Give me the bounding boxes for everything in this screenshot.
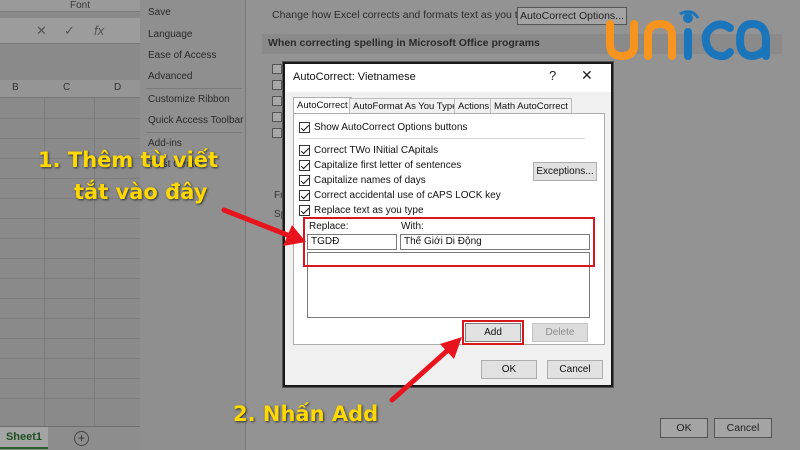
checkbox[interactable] <box>299 159 310 171</box>
highlight-box-add-button <box>462 320 524 345</box>
annotation-step1-line1: 1. Thêm từ viết <box>38 148 219 172</box>
exceptions-button[interactable]: Exceptions... <box>533 162 597 181</box>
option-label: Replace text as you type <box>314 204 424 216</box>
column-header-b[interactable]: B <box>12 82 19 93</box>
nav-item-advanced[interactable]: Advanced <box>148 71 192 82</box>
cancel-button[interactable]: Cancel <box>547 360 603 379</box>
highlight-box-replace-fields <box>303 217 595 267</box>
gridline <box>0 238 140 239</box>
checkbox[interactable] <box>299 204 310 216</box>
gridline <box>0 318 140 319</box>
nav-item-customize-ribbon[interactable]: Customize Ribbon <box>148 94 230 105</box>
gridline <box>0 338 140 339</box>
option-capitalize-sentences[interactable]: Capitalize first letter of sentences <box>299 158 461 172</box>
options-ok-button[interactable]: OK <box>660 418 708 438</box>
sheet-tab-bar: Sheet1 + <box>0 426 140 450</box>
options-nav: Save Language Ease of Access Advanced Cu… <box>140 0 246 450</box>
insert-function-icon[interactable]: fx <box>94 23 104 38</box>
tab-autoformat-as-you-type[interactable]: AutoFormat As You Type <box>349 98 462 114</box>
enter-formula-icon[interactable]: ✓ <box>64 23 75 39</box>
checkbox[interactable] <box>299 174 310 186</box>
background-checkbox[interactable] <box>272 80 282 90</box>
close-icon[interactable]: ✕ <box>581 67 593 84</box>
option-label: Capitalize first letter of sentences <box>314 159 462 171</box>
option-label: Show AutoCorrect Options buttons <box>314 121 468 133</box>
dialog-title: AutoCorrect: Vietnamese <box>293 71 416 83</box>
checkbox[interactable] <box>299 189 310 201</box>
nav-item-save[interactable]: Save <box>148 7 171 18</box>
background-checkbox[interactable] <box>272 96 282 106</box>
delete-button: Delete <box>532 323 588 342</box>
gridline <box>0 398 140 399</box>
nav-divider <box>146 132 242 133</box>
background-checkbox[interactable] <box>272 64 282 74</box>
gridline <box>0 358 140 359</box>
option-label: Correct accidental use of cAPS LOCK key <box>314 189 501 201</box>
autocorrect-dialog: AutoCorrect: Vietnamese ? ✕ AutoCorrect … <box>283 62 613 387</box>
tab-autocorrect[interactable]: AutoCorrect <box>293 97 352 114</box>
gridline <box>0 218 140 219</box>
dialog-titlebar[interactable]: AutoCorrect: Vietnamese ? ✕ <box>285 64 611 92</box>
tab-actions[interactable]: Actions <box>454 98 494 114</box>
nav-item-language[interactable]: Language <box>148 29 193 40</box>
column-header-c[interactable]: C <box>63 82 70 93</box>
formula-bar: ✕ ✓ fx <box>0 18 140 44</box>
gridline <box>0 118 140 119</box>
ok-button[interactable]: OK <box>481 360 537 379</box>
gridline <box>0 258 140 259</box>
gridline <box>0 378 140 379</box>
unica-logo <box>606 10 770 61</box>
add-sheet-icon[interactable]: + <box>74 431 89 446</box>
gridline <box>0 178 140 179</box>
panel-divider <box>299 138 585 139</box>
help-icon[interactable]: ? <box>549 68 556 83</box>
option-caps-lock[interactable]: Correct accidental use of cAPS LOCK key <box>299 188 501 202</box>
option-label: Capitalize names of days <box>314 174 426 186</box>
option-two-initial-capitals[interactable]: Correct TWo INitial CApitals <box>299 143 438 157</box>
checkbox[interactable] <box>299 144 310 156</box>
background-checkbox[interactable] <box>272 128 282 138</box>
option-label: Correct TWo INitial CApitals <box>314 144 439 156</box>
options-cancel-button[interactable]: Cancel <box>714 418 772 438</box>
background-checkbox[interactable] <box>272 112 282 122</box>
gridline <box>0 298 140 299</box>
sheet-tab-sheet1[interactable]: Sheet1 <box>0 427 48 449</box>
option-replace-text[interactable]: Replace text as you type <box>299 203 424 217</box>
nav-item-quick-access-toolbar[interactable]: Quick Access Toolbar <box>148 115 243 126</box>
excel-window <box>0 0 140 450</box>
checkbox[interactable] <box>299 121 310 133</box>
gridline <box>0 278 140 279</box>
nav-item-ease-of-access[interactable]: Ease of Access <box>148 50 216 61</box>
tab-math-autocorrect[interactable]: Math AutoCorrect <box>490 98 572 114</box>
annotation-step1-line2: tắt vào đây <box>74 180 208 204</box>
column-headers: B C D <box>0 80 140 98</box>
option-capitalize-days[interactable]: Capitalize names of days <box>299 173 426 187</box>
column-header-d[interactable]: D <box>114 82 121 93</box>
cancel-formula-icon[interactable]: ✕ <box>36 23 47 39</box>
show-buttons-option[interactable]: Show AutoCorrect Options buttons <box>299 120 467 134</box>
nav-divider <box>146 88 242 89</box>
ribbon-group-font: Font <box>69 0 90 11</box>
proofing-description: Change how Excel corrects and formats te… <box>272 9 538 21</box>
annotation-step2: 2. Nhấn Add <box>233 402 379 426</box>
gridline <box>0 138 140 139</box>
